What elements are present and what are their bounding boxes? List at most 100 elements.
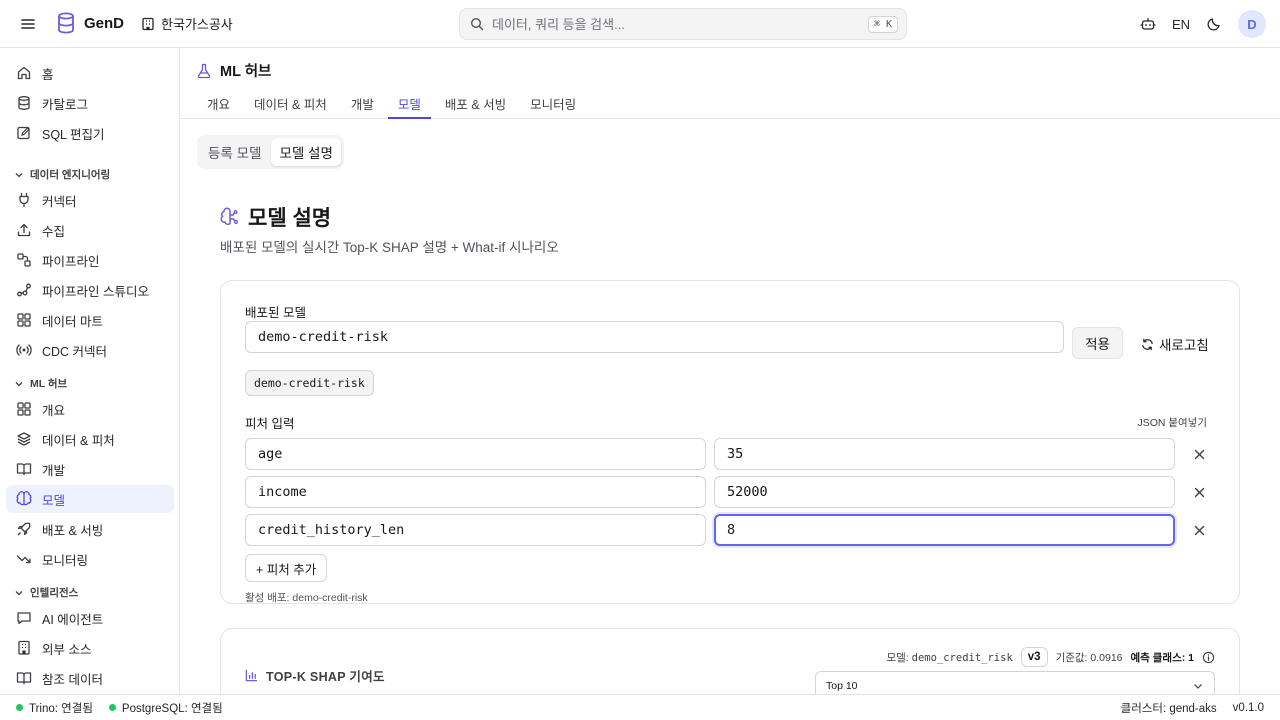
sidebar-section-title: 인텔리전스 — [30, 587, 79, 599]
close-icon — [1194, 525, 1204, 535]
sidebar-section-ml-hub[interactable]: ML 허브 — [14, 376, 67, 391]
moon-icon[interactable] — [1206, 16, 1222, 32]
sidebar-item-ingest[interactable]: 수집 — [6, 216, 174, 244]
tab-data-features[interactable]: 데이터 & 피처 — [244, 88, 337, 119]
sidebar-item-external-source[interactable]: 외부 소스 — [6, 634, 174, 662]
add-feature-button[interactable]: + 피처 추가 — [245, 554, 328, 582]
sidebar-item-ml-overview[interactable]: 개요 — [6, 395, 174, 423]
sidebar-item-label: 커넥터 — [42, 194, 77, 209]
feature-value-input[interactable]: 8 — [714, 514, 1175, 546]
remove-feature-button[interactable] — [1191, 522, 1207, 538]
sidebar-item-connector[interactable]: 커넥터 — [6, 186, 174, 214]
tab-monitoring[interactable]: 모니터링 — [520, 88, 586, 119]
chat-icon — [17, 612, 31, 625]
trend-icon — [16, 555, 31, 564]
sidebar-item-sql-editor[interactable]: SQL 편집기 — [6, 119, 174, 147]
sidebar-item-cdc-connector[interactable]: CDC 커넥터 — [6, 336, 174, 364]
info-icon[interactable] — [1202, 651, 1215, 664]
feature-value-input[interactable]: 52000 — [714, 476, 1175, 508]
page-header: ML 허브 개요 데이터 & 피처 개발 모델 배포 & 서빙 모니터링 — [181, 48, 1280, 119]
pipeline-icon — [17, 253, 31, 267]
main-content: ML 허브 개요 데이터 & 피처 개발 모델 배포 & 서빙 모니터링 등록 … — [181, 48, 1280, 694]
sidebar-item-label: 개발 — [42, 463, 66, 478]
feature-name-input[interactable]: age — [245, 438, 706, 470]
sidebar-item-label: 데이터 마트 — [42, 314, 103, 329]
tab-development[interactable]: 개발 — [341, 88, 384, 119]
user-avatar[interactable]: D — [1238, 10, 1266, 38]
version-badge: v3 — [1020, 647, 1048, 667]
home-icon — [17, 66, 31, 80]
edit-icon — [17, 126, 30, 140]
grid-icon — [17, 313, 31, 327]
org-name: 한국가스공사 — [161, 17, 233, 32]
cluster-name: 클러스터: gend-aks — [1120, 702, 1217, 715]
sidebar-item-model[interactable]: 모델 — [6, 485, 174, 513]
sidebar-item-data-features[interactable]: 데이터 & 피처 — [6, 425, 174, 453]
model-chip[interactable]: demo-credit-risk — [245, 370, 374, 396]
deployed-model-input[interactable]: demo-credit-risk — [245, 321, 1064, 353]
sidebar-section-data-engineering[interactable]: 데이터 엔지니어링 — [14, 167, 110, 182]
postgres-status: PostgreSQL: 연결됨 — [108, 700, 223, 716]
bar-chart-icon — [245, 669, 258, 682]
sidebar-section-intelligence[interactable]: 인텔리전스 — [14, 585, 78, 600]
brand-logo[interactable]: GenD — [56, 12, 124, 34]
features-label: 피처 입력 — [245, 417, 295, 431]
sidebar-item-pipeline[interactable]: 파이프라인 — [6, 246, 174, 274]
sidebar-item-label: 수집 — [42, 224, 66, 239]
baseline-value: 기준값: 0.0916 — [1055, 651, 1123, 664]
chevron-down-icon — [15, 381, 23, 386]
feature-name-input[interactable]: income — [245, 476, 706, 508]
org-switcher[interactable]: 한국가스공사 — [141, 14, 233, 33]
brand-name: GenD — [84, 14, 125, 32]
apply-button[interactable]: 적용 — [1072, 327, 1123, 359]
sidebar-item-label: 데이터 & 피처 — [42, 433, 115, 448]
tab-model[interactable]: 모델 — [387, 88, 431, 119]
sidebar-item-label: AI 에이전트 — [42, 612, 104, 627]
remove-feature-button[interactable] — [1191, 446, 1207, 462]
feature-value-input[interactable]: 35 — [714, 438, 1175, 470]
sidebar-item-pipeline-studio[interactable]: 파이프라인 스튜디오 — [6, 276, 174, 304]
sidebar-item-label: 파이프라인 스튜디오 — [42, 284, 149, 299]
sidebar-item-deploy-serving[interactable]: 배포 & 서빙 — [6, 515, 174, 543]
brain-circuit-icon — [220, 207, 238, 226]
sidebar-item-home[interactable]: 홈 — [6, 59, 174, 87]
tab-deploy-serving[interactable]: 배포 & 서빙 — [435, 88, 516, 119]
refresh-button[interactable]: 새로고침 — [1141, 334, 1209, 354]
segment-model-explanation[interactable]: 모델 설명 — [271, 138, 341, 166]
predicted-class: 예측 클래스: 1 — [1130, 651, 1194, 664]
chevron-down-icon — [15, 590, 23, 595]
remove-feature-button[interactable] — [1191, 484, 1207, 500]
sidebar-item-label: 파이프라인 — [42, 254, 100, 269]
global-search[interactable]: ⌘ K — [459, 8, 907, 40]
sidebar-item-catalog[interactable]: 카탈로그 — [6, 89, 174, 117]
search-input[interactable] — [492, 16, 860, 32]
tab-overview[interactable]: 개요 — [197, 88, 240, 119]
close-icon — [1194, 449, 1204, 459]
plug-icon — [19, 192, 29, 208]
menu-icon[interactable] — [18, 14, 38, 34]
language-toggle[interactable]: EN — [1172, 17, 1190, 32]
status-bar: Trino: 연결됨 PostgreSQL: 연결됨 클러스터: gend-ak… — [0, 694, 1280, 720]
sidebar-item-ai-agent[interactable]: AI 에이전트 — [6, 604, 174, 632]
segment-registered-models[interactable]: 등록 모델 — [200, 138, 269, 166]
sidebar-item-data-mart[interactable]: 데이터 마트 — [6, 306, 174, 334]
search-shortcut: ⌘ K — [867, 15, 898, 33]
section-title: 모델 설명 — [220, 202, 331, 232]
database-logo-icon — [58, 12, 74, 34]
sidebar-item-label: 배포 & 서빙 — [42, 523, 104, 538]
sidebar-item-reference-data[interactable]: 참조 데이터 — [6, 664, 174, 692]
topk-select[interactable]: Top 10 — [815, 671, 1215, 694]
status-dot — [108, 704, 116, 711]
sidebar-item-development[interactable]: 개발 — [6, 455, 174, 483]
sidebar-item-monitoring[interactable]: 모니터링 — [6, 545, 174, 573]
chevron-down-icon — [1194, 684, 1202, 689]
sidebar-section-title: ML 허브 — [30, 378, 68, 390]
workflow-icon — [17, 283, 31, 297]
bot-icon[interactable] — [1140, 16, 1156, 32]
json-paste-button[interactable]: JSON 붙여넣기 — [1137, 415, 1207, 430]
feature-name-input[interactable]: credit_history_len — [245, 514, 706, 546]
building-icon — [18, 640, 30, 655]
ml-hub-tabs: 개요 데이터 & 피처 개발 모델 배포 & 서빙 모니터링 — [197, 88, 590, 119]
trino-status: Trino: 연결됨 — [16, 700, 93, 716]
search-icon — [470, 17, 484, 31]
